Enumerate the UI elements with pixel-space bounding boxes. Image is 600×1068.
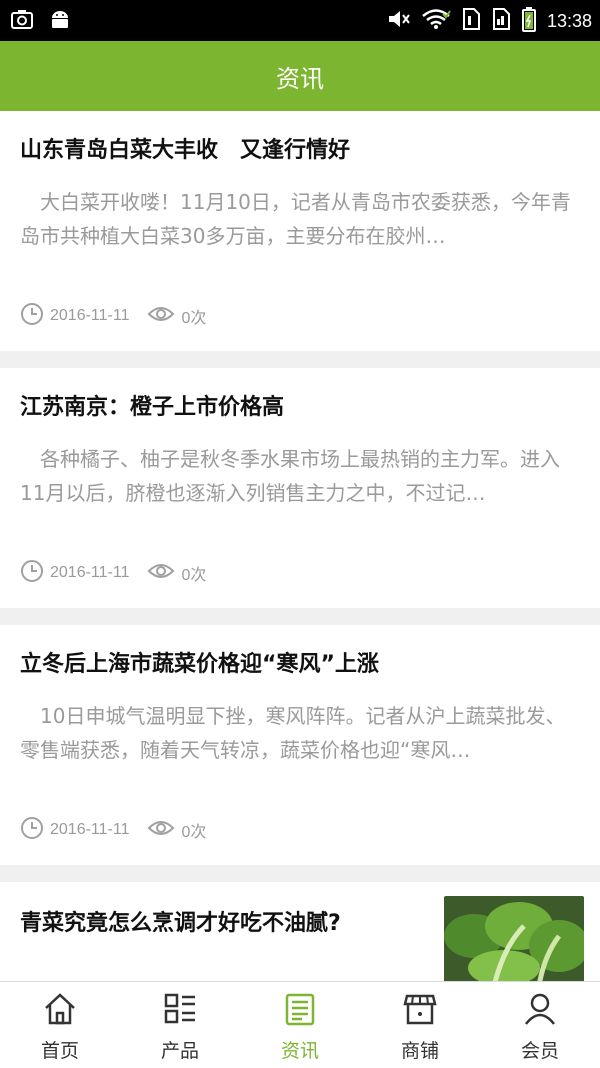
news-date: 2016-11-11 xyxy=(50,821,130,838)
views-item: 0次 xyxy=(147,304,206,329)
home-icon xyxy=(43,992,77,1030)
tab-label: 首页 xyxy=(40,1040,79,1062)
sim1-icon xyxy=(461,7,481,35)
list-icon xyxy=(163,992,197,1030)
tab-label: 资讯 xyxy=(280,1040,319,1062)
news-date: 2016-11-11 xyxy=(50,564,130,581)
user-icon xyxy=(523,992,557,1030)
tab-label: 商铺 xyxy=(400,1040,439,1062)
news-thumbnail xyxy=(444,896,584,981)
tab-label: 会员 xyxy=(520,1040,559,1062)
mute-icon xyxy=(387,8,411,34)
shop-icon xyxy=(403,992,437,1030)
clock-icon xyxy=(20,302,44,331)
tab-shop[interactable]: 商铺 xyxy=(360,982,480,1068)
eye-icon xyxy=(147,818,175,843)
news-icon xyxy=(283,992,317,1030)
status-bar-right: 13:38 xyxy=(387,6,592,36)
news-meta: 2016-11-11 0次 xyxy=(20,301,580,331)
status-bar: 13:38 xyxy=(0,0,600,41)
card-divider xyxy=(0,351,600,368)
eye-icon xyxy=(147,561,175,586)
clock-time: 13:38 xyxy=(546,10,592,31)
clock-icon xyxy=(20,816,44,845)
news-meta: 2016-11-11 0次 xyxy=(20,558,580,588)
eye-icon xyxy=(147,304,175,329)
sim2-icon xyxy=(491,7,511,35)
page-title: 资讯 xyxy=(276,64,324,93)
date-item: 2016-11-11 xyxy=(20,302,129,331)
news-card[interactable]: 立冬后上海市蔬菜价格迎“寒风”上涨 10日申城气温明显下挫，寒风阵阵。记者从沪上… xyxy=(0,625,600,865)
card-divider xyxy=(0,608,600,625)
status-bar-left xyxy=(10,8,72,34)
news-views: 0次 xyxy=(181,310,207,327)
date-item: 2016-11-11 xyxy=(20,559,129,588)
android-icon xyxy=(48,8,72,34)
news-views: 0次 xyxy=(181,824,207,841)
date-item: 2016-11-11 xyxy=(20,816,129,845)
news-views: 0次 xyxy=(181,567,207,584)
tab-products[interactable]: 产品 xyxy=(120,982,240,1068)
news-summary: 各种橘子、柚子是秋冬季水果市场上最热销的主力军。进入11月以后，脐橙也逐渐入列销… xyxy=(20,447,560,505)
clock-icon xyxy=(20,559,44,588)
news-title: 山东青岛白菜大丰收 又逢行情好 xyxy=(20,138,351,163)
screenshot-icon xyxy=(10,8,34,34)
bottom-tab-bar: 首页 产品 资讯 商铺 会员 xyxy=(0,981,600,1068)
app-header: 资讯 xyxy=(0,41,600,111)
news-card[interactable]: 江苏南京：橙子上市价格高 各种橘子、柚子是秋冬季水果市场上最热销的主力军。进入1… xyxy=(0,368,600,608)
news-summary: 10日申城气温明显下挫，寒风阵阵。记者从沪上蔬菜批发、零售端获悉，随着天气转凉，… xyxy=(20,704,566,762)
views-item: 0次 xyxy=(147,561,206,586)
news-summary: 大白菜开收喽！11月10日，记者从青岛市农委获悉，今年青岛市共种植大白菜30多万… xyxy=(20,190,571,248)
news-card[interactable]: 山东青岛白菜大丰收 又逢行情好 大白菜开收喽！11月10日，记者从青岛市农委获悉… xyxy=(0,111,600,351)
news-feed[interactable]: 山东青岛白菜大丰收 又逢行情好 大白菜开收喽！11月10日，记者从青岛市农委获悉… xyxy=(0,111,600,981)
wifi-icon xyxy=(421,8,451,34)
news-date: 2016-11-11 xyxy=(50,307,130,324)
tab-member[interactable]: 会员 xyxy=(480,982,600,1068)
tab-label: 产品 xyxy=(160,1040,199,1062)
news-meta: 2016-11-11 0次 xyxy=(20,815,580,845)
tab-home[interactable]: 首页 xyxy=(0,982,120,1068)
news-card[interactable]: 青菜究竟怎么烹调才好吃不油腻? xyxy=(0,882,600,981)
news-title: 江苏南京：橙子上市价格高 xyxy=(20,395,285,420)
tab-news[interactable]: 资讯 xyxy=(240,982,360,1068)
views-item: 0次 xyxy=(147,818,206,843)
news-title: 立冬后上海市蔬菜价格迎“寒风”上涨 xyxy=(20,652,379,677)
battery-icon xyxy=(521,6,537,36)
card-divider xyxy=(0,865,600,882)
